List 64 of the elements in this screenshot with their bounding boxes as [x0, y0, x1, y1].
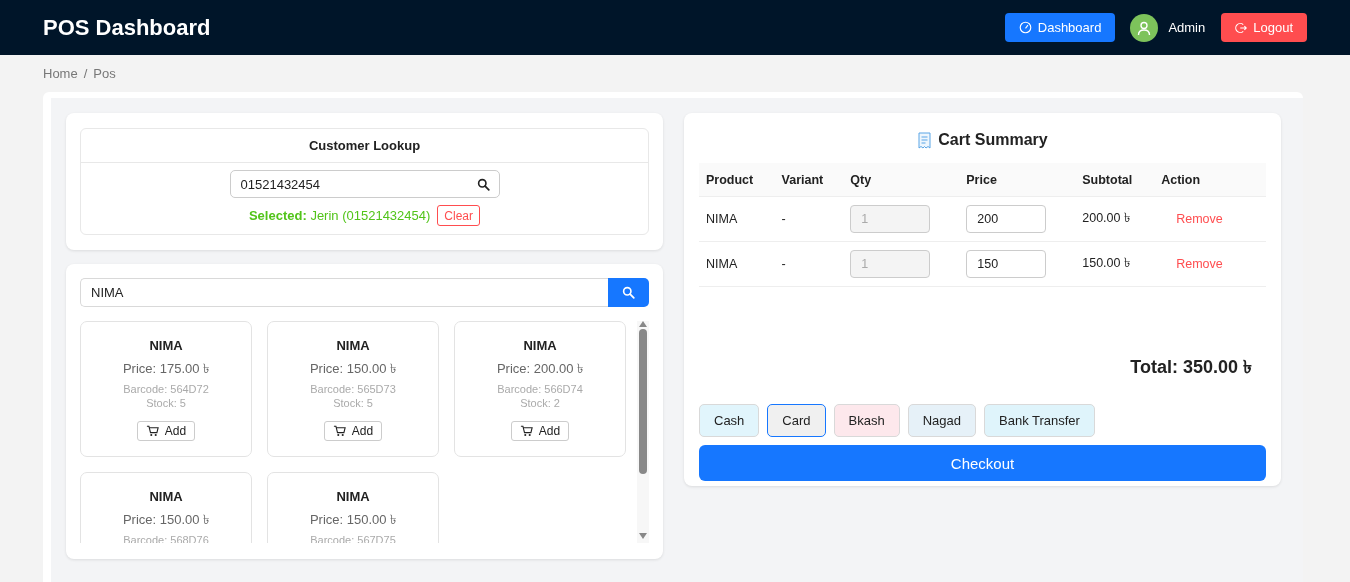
scroll-up-icon[interactable]	[639, 321, 647, 327]
column-header: Price	[959, 163, 1076, 197]
price-field[interactable]: 200	[966, 205, 1047, 233]
search-button[interactable]	[608, 278, 649, 307]
column-header: Variant	[774, 163, 844, 197]
dashboard-button[interactable]: Dashboard	[1004, 13, 1116, 42]
payment-method-button[interactable]: Nagad	[907, 404, 976, 437]
gauge-icon	[1018, 21, 1032, 34]
product-stock: Stock: 5	[333, 397, 373, 409]
search-icon	[476, 178, 490, 191]
product-name: NIMA	[523, 338, 557, 353]
table-cell: NIMA	[699, 196, 775, 242]
payment-method-button[interactable]: Card	[767, 404, 826, 437]
table-cell: NIMA	[699, 241, 775, 287]
selected-customer: Selected: Jerin (01521432454)	[248, 208, 431, 223]
product-stock: Stock: 5	[146, 397, 186, 409]
add-button[interactable]: Add	[510, 421, 570, 441]
price-field[interactable]: 150	[966, 250, 1047, 278]
product-price: Price: 150.00 ৳	[309, 511, 397, 529]
product-barcode: Barcode: 566D74	[497, 383, 583, 395]
customer-search-field[interactable]: 01521432454	[229, 170, 500, 198]
table-cell: 150.00 ৳	[1075, 241, 1155, 287]
checkout-button[interactable]: Checkout	[699, 445, 1266, 481]
column-header: Action	[1154, 163, 1266, 197]
app-title: POS Dashboard	[43, 14, 212, 41]
payment-method-button[interactable]: Bank Transfer	[984, 404, 1095, 437]
payment-method-button[interactable]: Cash	[699, 404, 760, 437]
cart-total: Total: 350.00 ৳	[1129, 356, 1253, 379]
receipt-icon	[917, 131, 933, 149]
product-price: Price: 200.00 ৳	[496, 360, 584, 378]
user-avatar[interactable]	[1130, 13, 1159, 42]
product-price: Price: 175.00 ৳	[122, 360, 210, 378]
breadcrumb-separator: /	[83, 66, 88, 81]
breadcrumb-link[interactable]: Home	[43, 66, 78, 81]
product-stock: Stock: 2	[520, 397, 560, 409]
payment-method-button[interactable]: Bkash	[833, 404, 900, 437]
product-price: Price: 150.00 ৳	[122, 511, 210, 529]
product-name: NIMA	[336, 489, 370, 504]
breadcrumb-link[interactable]: Pos	[93, 66, 116, 81]
product-price: Price: 150.00 ৳	[309, 360, 397, 378]
product-search-field[interactable]: NIMA	[80, 278, 608, 307]
scrollbar[interactable]	[637, 321, 649, 543]
search-icon	[622, 286, 635, 299]
table-cell: -	[774, 241, 844, 287]
scroll-down-icon[interactable]	[639, 533, 647, 539]
cart-title: Cart Summary	[938, 131, 1048, 149]
user-name: Admin	[1168, 20, 1206, 35]
cart-icon	[145, 425, 159, 437]
cart-icon	[519, 425, 533, 437]
product-name: NIMA	[336, 338, 370, 353]
column-header: Product	[699, 163, 775, 197]
product-name: NIMA	[149, 489, 183, 504]
table-cell: 200.00 ৳	[1075, 196, 1155, 242]
cart-icon	[332, 425, 346, 437]
product-name: NIMA	[149, 338, 183, 353]
column-header: Subtotal	[1075, 163, 1155, 197]
table-cell: -	[774, 196, 844, 242]
panel-title: Customer Lookup	[81, 129, 648, 163]
add-button[interactable]: Add	[323, 421, 383, 441]
logout-icon	[1235, 21, 1248, 34]
column-header: Qty	[843, 163, 960, 197]
product-barcode: Barcode: 565D73	[310, 383, 396, 395]
add-button[interactable]: Add	[136, 421, 196, 441]
product-barcode: Barcode: 564D72	[123, 383, 209, 395]
